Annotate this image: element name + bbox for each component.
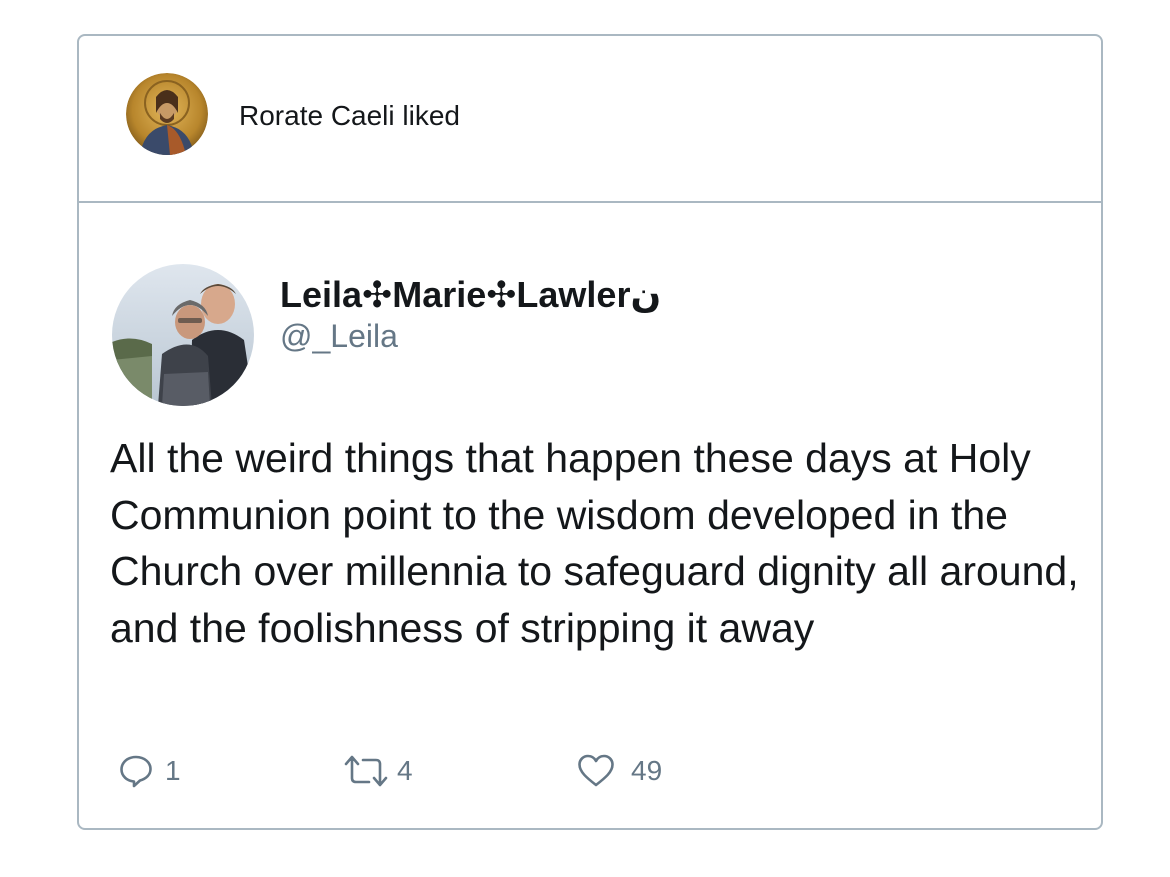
retweet-icon [344,755,388,787]
tweet-text: All the weird things that happen these d… [110,435,1079,651]
reply-icon [120,755,152,788]
like-button[interactable]: 49 [577,748,662,794]
reply-count: 1 [165,755,181,786]
avatar[interactable] [126,73,208,155]
profile-photo-icon [112,264,254,406]
retweet-button[interactable]: 4 [343,748,413,794]
christ-icon [126,73,208,155]
heart-icon [578,754,614,787]
avatar[interactable] [112,264,254,406]
retweet-count: 4 [397,755,413,786]
author-handle[interactable]: @_Leila [280,318,398,355]
liked-by-header: Rorate Caeli liked [79,36,1101,203]
reply-button[interactable]: 1 [119,748,181,794]
tweet-actions: 1 4 49 [79,748,1101,794]
author-name[interactable]: Leila✣Marie✣Lawlerن [280,274,661,316]
like-count: 49 [631,755,663,786]
tweet-card: Rorate Caeli liked Leila✣Marie✣Lawlerن @… [77,34,1103,830]
liked-by-text: Rorate Caeli liked [239,100,460,131]
